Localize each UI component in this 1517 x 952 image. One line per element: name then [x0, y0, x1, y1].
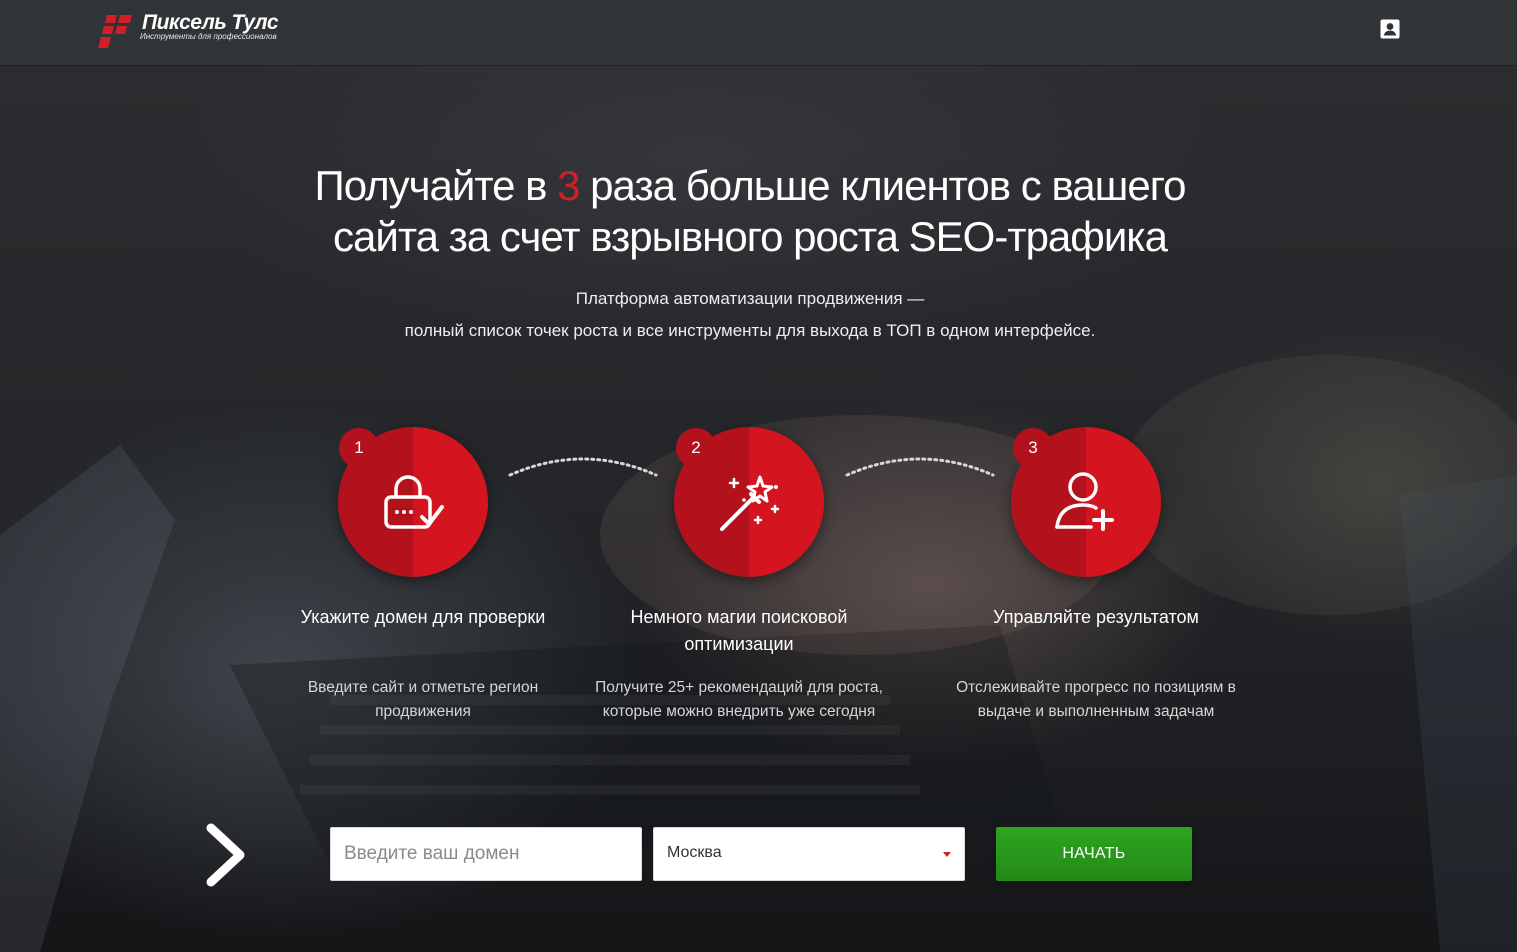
- user-add-icon: [1055, 472, 1114, 531]
- lock-check-icon: [384, 475, 444, 529]
- headline-part1: Получайте в: [314, 162, 558, 209]
- caret-down-icon: [943, 852, 951, 857]
- domain-input[interactable]: [330, 827, 642, 881]
- hero-headline: Получайте в 3 раза больше клиентов с ваш…: [258, 160, 1242, 262]
- headline-highlight: 3: [557, 162, 580, 209]
- top-navbar: Пиксель Тулс Инструменты для профессиона…: [0, 0, 1517, 65]
- step-2-number: 2: [676, 428, 716, 468]
- step-3-number: 3: [1013, 428, 1053, 468]
- step-1-description: Введите сайт и отметьте регион продвижен…: [307, 679, 539, 720]
- logo-icon: [98, 15, 132, 48]
- region-select[interactable]: Москва: [653, 827, 965, 881]
- subtitle-line-1: Платформа автоматизации продвижения —: [575, 289, 925, 308]
- step-3-description: Отслеживайте прогресс по позициям в выда…: [956, 679, 1236, 720]
- logo-link[interactable]: Пиксель Тулс Инструменты для профессиона…: [98, 11, 288, 51]
- magic-wand-icon: [720, 475, 780, 531]
- subtitle-line-2: полный список точек роста и все инструме…: [404, 321, 1096, 340]
- step-3-title: Управляйте результатом: [993, 607, 1199, 627]
- start-button[interactable]: НАЧАТЬ: [996, 827, 1192, 881]
- step-2-title: Немного магии поисковой оптимизации: [630, 607, 848, 654]
- hero-subtitle: Платформа автоматизации продвижения — по…: [258, 283, 1242, 347]
- logo-tagline: Инструменты для профессионалов: [140, 32, 277, 41]
- step-1-number: 1: [339, 428, 379, 468]
- region-value: Москва: [667, 844, 722, 861]
- chevron-right-icon: [206, 823, 245, 887]
- step-2-description: Получите 25+ рекомендаций для роста, кот…: [595, 679, 883, 720]
- account-icon[interactable]: [1379, 18, 1401, 40]
- step-1-title: Укажите домен для проверки: [300, 607, 546, 627]
- landing-page: Пиксель Тулс Инструменты для профессиона…: [0, 0, 1517, 952]
